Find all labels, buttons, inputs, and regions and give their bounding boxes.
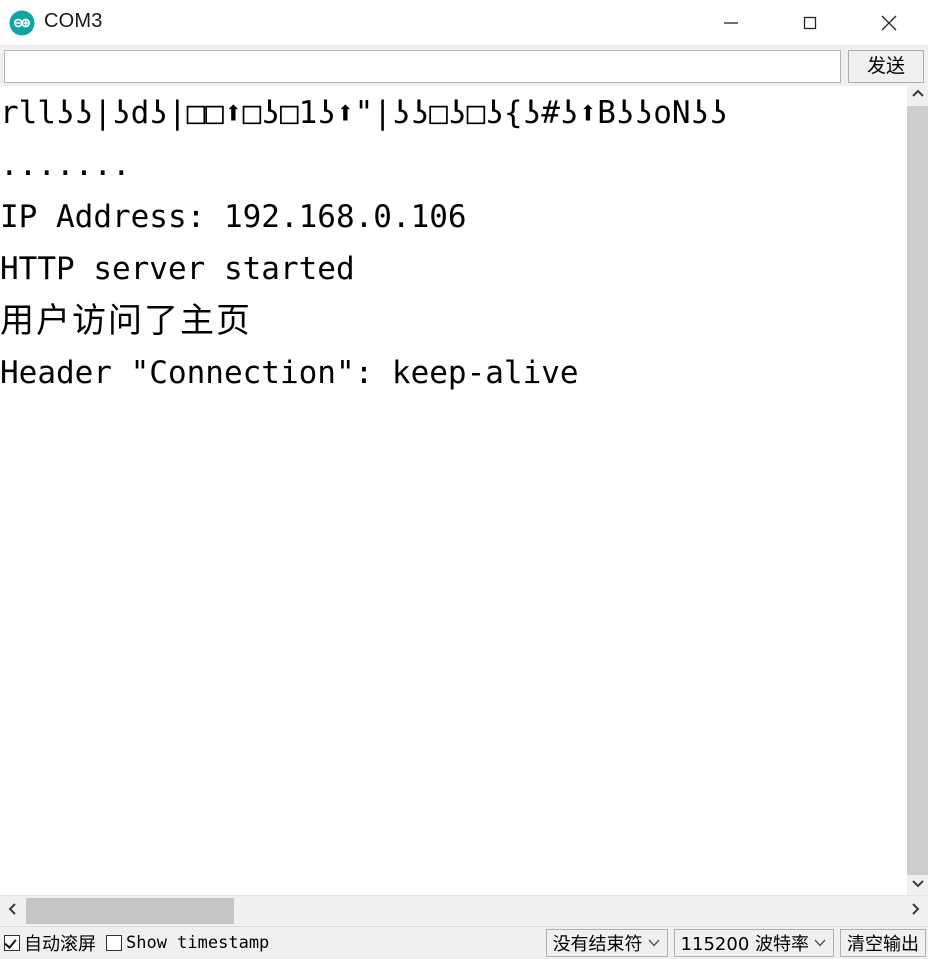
arduino-infinity-logo-icon (9, 10, 35, 36)
serial-output[interactable]: rllʖʖ|ʖdʖ|□□⬆□ʖ□1ʖ⬆"|ʖʖ□ʖ□ʖ{ʖ#ʖ⬆BʖʖoNʖʖ … (0, 86, 906, 895)
show-timestamp-checkbox-item[interactable]: Show timestamp (106, 933, 269, 953)
maximize-button[interactable] (770, 0, 849, 45)
window-title: COM3 (44, 10, 103, 32)
title-bar: COM3 (0, 0, 928, 45)
console-line: 用户访问了主页 (0, 301, 252, 341)
horizontal-scroll-thumb[interactable] (26, 898, 234, 924)
horizontal-scrollbar[interactable] (0, 895, 928, 926)
minimize-icon (719, 11, 743, 35)
autoscroll-checkbox[interactable] (4, 935, 20, 951)
show-timestamp-label: Show timestamp (126, 933, 270, 953)
console-line: IP Address: 192.168.0.106 (0, 199, 467, 235)
chevron-up-icon (911, 87, 925, 105)
line-ending-select[interactable]: 没有结束符 (545, 929, 668, 957)
console-line: rllʖʖ|ʖdʖ|□□⬆□ʖ□1ʖ⬆"|ʖʖ□ʖ□ʖ{ʖ#ʖ⬆BʖʖoNʖʖ (0, 95, 728, 131)
maximize-icon (798, 11, 822, 35)
chevron-down-icon (911, 876, 925, 894)
autoscroll-checkbox-item[interactable]: 自动滚屏 (4, 930, 96, 956)
window-controls (691, 0, 928, 45)
chevron-down-icon (809, 938, 831, 948)
send-row: 发送 (0, 45, 928, 86)
minimize-button[interactable] (691, 0, 770, 45)
close-button[interactable] (849, 0, 928, 45)
serial-monitor-window: COM3 发送 rllʖʖ|ʖdʖ|□□⬆□ʖ□1ʖ⬆"|ʖʖ□ʖ□ʖ{ʖ#ʖ⬆… (0, 0, 928, 959)
baud-rate-value: 115200 波特率 (680, 934, 809, 955)
clear-output-label: 清空输出 (847, 934, 919, 955)
horizontal-scroll-track[interactable] (26, 896, 902, 926)
chevron-right-icon (908, 902, 922, 921)
scroll-down-button[interactable] (906, 875, 928, 895)
chevron-left-icon (6, 902, 20, 921)
send-button[interactable]: 发送 (848, 49, 924, 83)
clear-output-button[interactable]: 清空输出 (840, 929, 926, 957)
close-icon (876, 10, 902, 36)
console-line: HTTP server started (0, 251, 355, 287)
baud-rate-select[interactable]: 115200 波特率 (673, 929, 834, 957)
vertical-scrollbar[interactable] (906, 86, 928, 895)
scroll-left-button[interactable] (0, 896, 26, 926)
console-line: Header "Connection": keep-alive (0, 355, 579, 391)
serial-send-input[interactable] (4, 49, 841, 83)
status-bar: 自动滚屏 Show timestamp 没有结束符 115200 波特率 清空输… (0, 926, 928, 959)
console-area: rllʖʖ|ʖdʖ|□□⬆□ʖ□1ʖ⬆"|ʖʖ□ʖ□ʖ{ʖ#ʖ⬆BʖʖoNʖʖ … (0, 86, 928, 895)
scroll-up-button[interactable] (906, 86, 928, 106)
autoscroll-label: 自动滚屏 (24, 934, 96, 955)
console-line: ....... (0, 147, 131, 183)
line-ending-value: 没有结束符 (552, 934, 643, 955)
show-timestamp-checkbox[interactable] (106, 935, 122, 951)
scroll-right-button[interactable] (902, 896, 928, 926)
chevron-down-icon (643, 938, 665, 948)
